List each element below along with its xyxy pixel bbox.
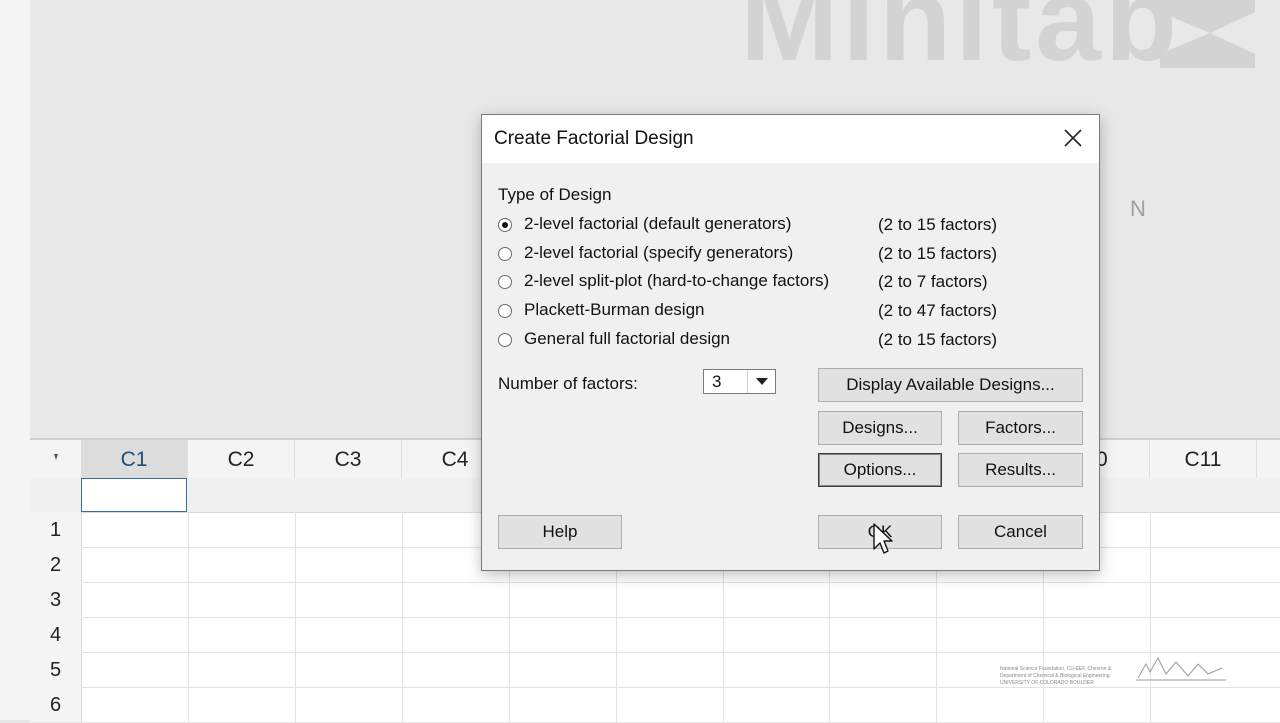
sort-arrow-icon[interactable] [30,440,82,478]
grid-line [81,617,1280,618]
designs-button[interactable]: Designs... [818,411,942,445]
grid-line [295,512,296,722]
chevron-down-icon[interactable] [747,370,775,393]
column-header-c11[interactable]: C11 [1150,440,1257,478]
grid-line [81,687,1280,688]
design-type-label[interactable]: 2-level factorial (default generators) [524,214,791,234]
design-type-label[interactable]: General full factorial design [524,329,730,349]
design-type-range: (2 to 47 factors) [878,301,998,320]
type-of-design-label: Type of Design [498,185,612,204]
design-type-option[interactable]: General full factorial design (2 to 15 f… [498,329,1058,353]
radio-button[interactable] [498,275,512,289]
grid-line [81,652,1280,653]
university-logo-icon [1136,656,1226,681]
design-type-option[interactable]: 2-level factorial (specify generators) (… [498,243,1058,267]
radio-button[interactable] [498,218,512,232]
display-available-designs-button[interactable]: Display Available Designs... [818,368,1083,402]
results-button[interactable]: Results... [958,453,1083,487]
grid-line [402,512,403,722]
radio-button[interactable] [498,333,512,347]
grid-line [188,512,189,722]
close-icon[interactable] [1061,126,1085,150]
dialog-title: Create Factorial Design [494,128,694,149]
row-header[interactable]: 1 [30,512,82,548]
design-type-label[interactable]: 2-level split-plot (hard-to-change facto… [524,271,829,291]
mouse-pointer-icon [873,523,893,554]
brand-word: Minitab [740,0,1181,86]
row-header[interactable]: 3 [30,582,82,618]
design-type-range: (2 to 7 factors) [878,272,988,291]
create-factorial-design-dialog: Create Factorial Design Type of Design 2… [481,114,1100,571]
radio-button[interactable] [498,247,512,261]
design-type-option[interactable]: 2-level factorial (default generators) (… [498,214,1058,238]
help-button[interactable]: Help [498,515,622,549]
left-strip [0,0,31,720]
design-type-option[interactable]: 2-level split-plot (hard-to-change facto… [498,271,1058,295]
background-text-fragment: N [1130,196,1146,221]
grid-line [81,582,1280,583]
column-header-c2[interactable]: C2 [188,440,295,478]
design-type-option[interactable]: Plackett-Burman design (2 to 47 factors) [498,300,1058,324]
radio-button[interactable] [498,304,512,318]
row-header[interactable]: 4 [30,617,82,653]
column-name-cell-c1[interactable] [81,478,187,512]
column-header-c3[interactable]: C3 [295,440,402,478]
minitab-logo: Minitab [740,0,1280,80]
row-header[interactable]: 5 [30,652,82,688]
grid-line [1150,512,1151,722]
dialog-titlebar[interactable]: Create Factorial Design [482,115,1099,163]
row-header[interactable]: 2 [30,547,82,583]
design-type-label[interactable]: Plackett-Burman design [524,300,704,320]
brand-arrow-icon [1160,0,1255,68]
design-type-label[interactable]: 2-level factorial (specify generators) [524,243,793,263]
design-type-range: (2 to 15 factors) [878,215,998,234]
row-header[interactable]: 6 [30,687,82,723]
options-button[interactable]: Options... [818,453,942,487]
design-type-range: (2 to 15 factors) [878,330,998,349]
design-type-range: (2 to 15 factors) [878,244,998,263]
column-header-c1[interactable]: C1 [81,440,188,478]
number-of-factors-dropdown[interactable]: 3 [703,369,776,394]
factors-button[interactable]: Factors... [958,411,1083,445]
cancel-button[interactable]: Cancel [958,515,1083,549]
number-of-factors-label: Number of factors: [498,374,638,393]
number-of-factors-value: 3 [712,372,722,391]
